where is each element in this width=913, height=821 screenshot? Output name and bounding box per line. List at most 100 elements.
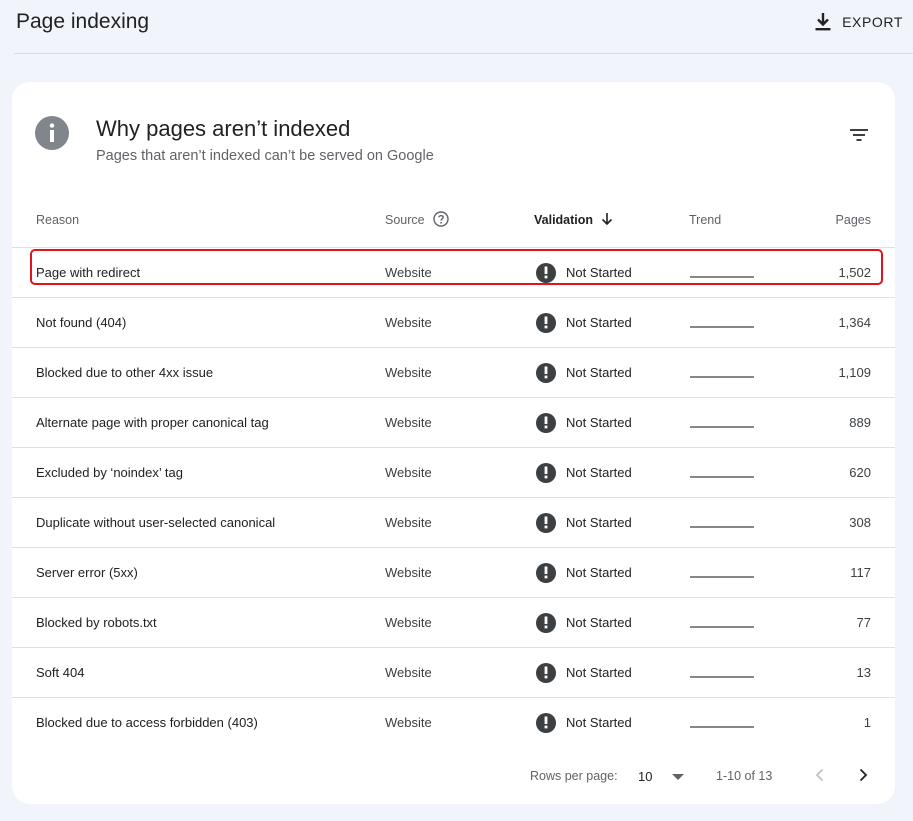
not-indexed-card: Why pages aren’t indexed Pages that aren… bbox=[12, 82, 895, 804]
card-subtitle: Pages that aren’t indexed can’t be serve… bbox=[96, 148, 434, 164]
column-header-trend: Trend bbox=[689, 213, 722, 227]
column-header-reason[interactable]: Reason bbox=[36, 211, 79, 229]
source-cell: Website bbox=[385, 415, 432, 430]
pages-count-cell: 620 bbox=[849, 465, 871, 480]
pages-count-cell: 1,109 bbox=[838, 365, 871, 380]
pages-count-cell: 77 bbox=[856, 615, 871, 630]
chevron-left-icon bbox=[815, 768, 824, 782]
trend-sparkline bbox=[689, 448, 755, 497]
trend-sparkline bbox=[689, 398, 755, 447]
rows-per-page-label: Rows per page: bbox=[530, 769, 618, 783]
column-header-source[interactable]: Source bbox=[385, 210, 449, 230]
table-header: Reason Source Validation Trend Pages bbox=[12, 198, 895, 248]
validation-status: Not Started bbox=[566, 715, 632, 730]
table-row[interactable]: Duplicate without user-selected canonica… bbox=[12, 498, 895, 548]
next-page-button[interactable] bbox=[853, 765, 873, 785]
table-row[interactable]: Blocked by robots.txt Website Not Starte… bbox=[12, 598, 895, 648]
validation-cell: Not Started bbox=[536, 648, 632, 697]
validation-cell: Not Started bbox=[536, 248, 632, 297]
alert-icon bbox=[536, 262, 556, 283]
validation-cell: Not Started bbox=[536, 448, 632, 497]
table-row[interactable]: Alternate page with proper canonical tag… bbox=[12, 398, 895, 448]
pages-count-cell: 1 bbox=[863, 715, 871, 730]
pages-count-cell: 1,364 bbox=[838, 315, 871, 330]
source-cell: Website bbox=[385, 665, 432, 680]
export-label: EXPORT bbox=[842, 14, 903, 30]
alert-icon bbox=[536, 712, 556, 733]
info-icon bbox=[35, 116, 69, 150]
pagination-range: 1-10 of 13 bbox=[716, 769, 773, 783]
table-row[interactable]: Excluded by ‘noindex’ tag Website Not St… bbox=[12, 448, 895, 498]
alert-icon bbox=[536, 362, 556, 383]
rows-per-page-value: 10 bbox=[638, 768, 653, 784]
pages-count-cell: 889 bbox=[849, 415, 871, 430]
reason-cell: Page with redirect bbox=[36, 265, 141, 280]
source-cell: Website bbox=[385, 715, 432, 730]
source-cell: Website bbox=[385, 515, 432, 530]
table-row[interactable]: Not found (404) Website Not Started 1,36… bbox=[12, 298, 895, 348]
alert-icon bbox=[536, 512, 556, 533]
filter-button[interactable] bbox=[849, 126, 869, 144]
pages-count-cell: 308 bbox=[849, 515, 871, 530]
validation-status: Not Started bbox=[566, 515, 632, 530]
validation-status: Not Started bbox=[566, 365, 632, 380]
reason-cell: Server error (5xx) bbox=[36, 565, 138, 580]
sort-arrow-down-icon bbox=[601, 212, 613, 229]
table-row[interactable]: Blocked due to other 4xx issue Website N… bbox=[12, 348, 895, 398]
column-header-validation[interactable]: Validation bbox=[534, 211, 613, 229]
validation-cell: Not Started bbox=[536, 298, 632, 347]
source-cell: Website bbox=[385, 365, 432, 380]
alert-icon bbox=[536, 312, 556, 333]
trend-sparkline bbox=[689, 498, 755, 547]
top-bar: Page indexing EXPORT bbox=[0, 0, 913, 54]
reason-cell: Blocked due to other 4xx issue bbox=[36, 365, 214, 380]
table-row[interactable]: Blocked due to access forbidden (403) We… bbox=[12, 698, 895, 748]
rows-per-page-select[interactable]: 10 bbox=[638, 765, 685, 787]
header-divider bbox=[14, 53, 913, 54]
column-header-pages[interactable]: Pages bbox=[836, 211, 871, 229]
trend-sparkline bbox=[689, 548, 755, 597]
trend-sparkline bbox=[689, 598, 755, 647]
dropdown-arrow-icon bbox=[672, 769, 685, 784]
pagination-bar: Rows per page: 10 1-10 of 13 bbox=[12, 750, 895, 800]
source-cell: Website bbox=[385, 565, 432, 580]
trend-sparkline bbox=[689, 298, 755, 347]
export-button[interactable]: EXPORT bbox=[814, 10, 903, 34]
reason-cell: Blocked due to access forbidden (403) bbox=[36, 715, 258, 730]
chevron-right-icon bbox=[859, 768, 868, 782]
source-cell: Website bbox=[385, 315, 432, 330]
validation-status: Not Started bbox=[566, 265, 632, 280]
alert-icon bbox=[536, 662, 556, 683]
validation-cell: Not Started bbox=[536, 698, 632, 747]
table-row[interactable]: Page with redirect Website Not Started 1… bbox=[12, 248, 895, 298]
source-cell: Website bbox=[385, 465, 432, 480]
alert-icon bbox=[536, 612, 556, 633]
reason-cell: Alternate page with proper canonical tag bbox=[36, 415, 269, 430]
trend-sparkline bbox=[689, 248, 755, 297]
help-icon[interactable] bbox=[432, 210, 449, 230]
reason-cell: Duplicate without user-selected canonica… bbox=[36, 515, 276, 530]
trend-sparkline bbox=[689, 698, 755, 747]
pages-count-cell: 13 bbox=[856, 665, 871, 680]
page-title: Page indexing bbox=[16, 10, 150, 33]
table-body: Page with redirect Website Not Started 1… bbox=[12, 248, 895, 748]
filter-icon bbox=[850, 129, 868, 141]
card-title: Why pages aren’t indexed bbox=[96, 116, 351, 141]
reason-cell: Not found (404) bbox=[36, 315, 127, 330]
validation-status: Not Started bbox=[566, 415, 632, 430]
validation-status: Not Started bbox=[566, 615, 632, 630]
validation-cell: Not Started bbox=[536, 498, 632, 547]
previous-page-button[interactable] bbox=[810, 765, 830, 785]
source-cell: Website bbox=[385, 265, 432, 280]
alert-icon bbox=[536, 462, 556, 483]
table-row[interactable]: Soft 404 Website Not Started 13 bbox=[12, 648, 895, 698]
alert-icon bbox=[536, 562, 556, 583]
pages-count-cell: 117 bbox=[850, 565, 871, 580]
table-row[interactable]: Server error (5xx) Website Not Started 1… bbox=[12, 548, 895, 598]
trend-sparkline bbox=[689, 348, 755, 397]
validation-cell: Not Started bbox=[536, 348, 632, 397]
reason-cell: Soft 404 bbox=[36, 665, 85, 680]
validation-status: Not Started bbox=[566, 315, 632, 330]
validation-status: Not Started bbox=[566, 565, 632, 580]
validation-status: Not Started bbox=[566, 665, 632, 680]
